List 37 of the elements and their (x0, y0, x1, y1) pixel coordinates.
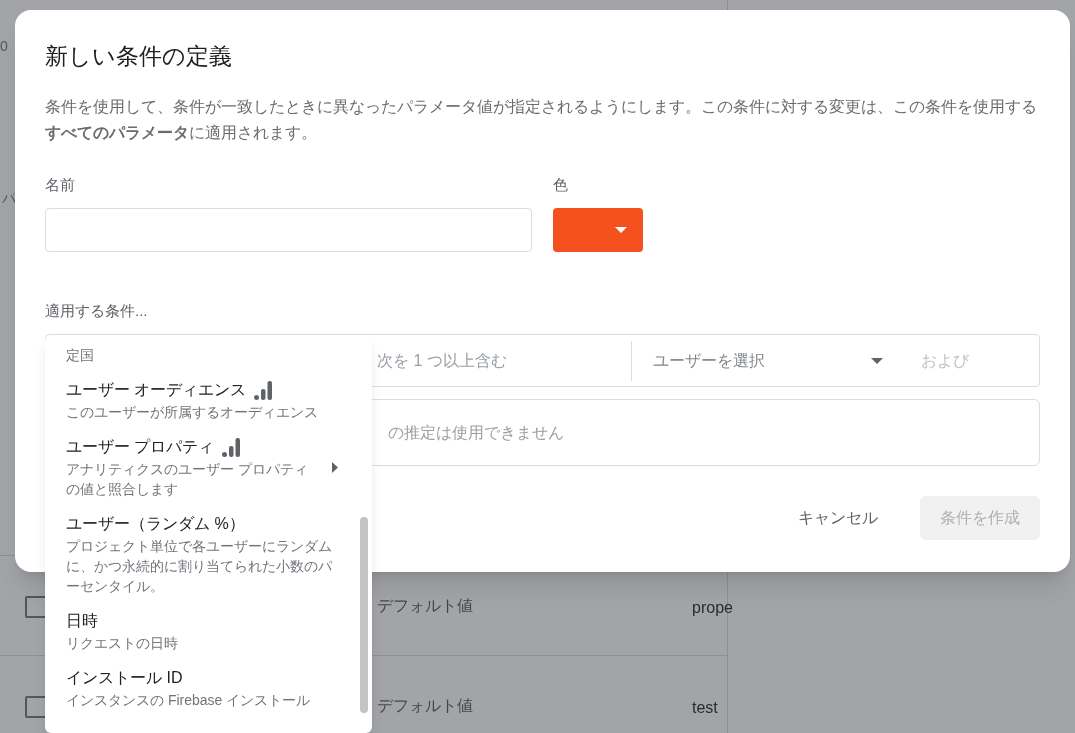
table-cell-text: デフォルト値 (377, 596, 473, 616)
message-text: の推定は使用できません (388, 422, 564, 443)
item-title: 日時 (66, 611, 98, 631)
scrollbar[interactable] (360, 517, 368, 713)
operator-text: 次を 1 つ以上含む (377, 350, 508, 371)
cancel-button[interactable]: キャンセル (786, 496, 890, 540)
caret-icon (871, 357, 883, 364)
color-picker[interactable] (553, 208, 643, 252)
field-label: 色 (553, 175, 569, 195)
menu-item[interactable]: ユーザー オーディエンス このユーザーが所属するオーディエンス (66, 375, 342, 432)
name-field[interactable] (45, 208, 532, 252)
item-title: ユーザー オーディエンス (66, 380, 247, 400)
menu-item[interactable]: インストール ID インスタンスの Firebase インストール (66, 663, 342, 720)
item-description: 定国 (66, 346, 95, 365)
menu-item[interactable]: 定国 (66, 345, 342, 375)
item-description: インスタンスの Firebase インストール (66, 691, 312, 710)
menu-item[interactable]: ユーザー（ランダム %） プロジェクト単位で各ユーザーにランダムに、かつ永続的に割り当てられた小数のパーセンタイル。 (66, 509, 342, 606)
item-description: アナリティクスのユーザー プロパティの値と照合します (66, 460, 309, 499)
table-cell-text: test (692, 698, 718, 718)
dialog-description: 条件を使用して、条件が一致したときに異なったパラメータ値が指定されるようにします。この条件に対する変更は、この条件を使用するすべてのパラメータに適用されます。 (45, 97, 1038, 143)
section-label: 適用する条件... (45, 301, 149, 321)
field-label: 名前 (45, 175, 76, 195)
item-description: このユーザーが所属するオーディエンス (66, 403, 319, 422)
caret-icon (615, 227, 627, 233)
item-title: ユーザー プロパティ (66, 437, 215, 457)
item-description: リクエストの日時 (66, 634, 179, 653)
menu-item[interactable]: ユーザー プロパティ アナリティクスのユーザー プロパティの値と照合します (66, 432, 342, 509)
dialog-title: 新しい条件の定義 (45, 42, 233, 71)
user-select[interactable]: ユーザーを選択 (653, 348, 883, 373)
item-title: ユーザー（ランダム %） (66, 514, 245, 534)
background-text: 0 (0, 37, 8, 56)
and-text: および (921, 350, 969, 371)
table-cell-text: デフォルト値 (377, 696, 473, 716)
menu-item[interactable]: 日時 リクエストの日時 (66, 606, 342, 663)
item-title: インストール ID (66, 668, 183, 688)
item-description: プロジェクト単位で各ユーザーにランダムに、かつ永続的に割り当てられた小数のパーセンタイル。 (66, 537, 333, 596)
table-cell-text: prope (692, 598, 733, 618)
